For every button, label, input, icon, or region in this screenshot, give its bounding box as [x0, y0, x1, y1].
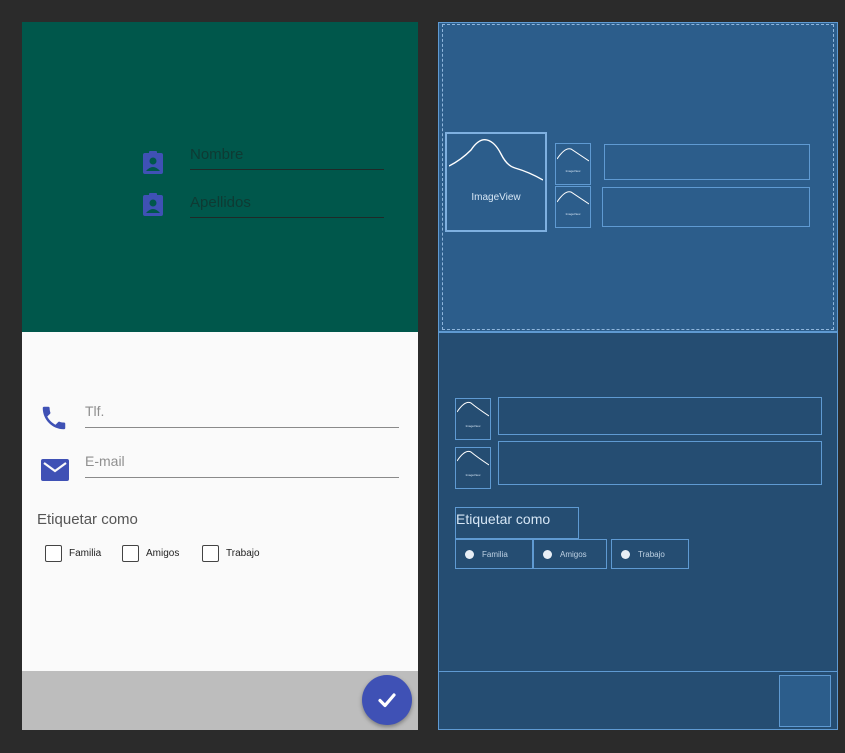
phone-icon	[39, 403, 69, 438]
blueprint-checkbox-familia: Familia	[455, 539, 533, 569]
design-preview-panel: Nombre Apellidos Tlf. E-mail Etiquetar c…	[22, 22, 418, 730]
checkbox-label: Trabajo	[638, 549, 665, 559]
checkbox-dot-icon	[465, 549, 474, 559]
blueprint-preview-panel: ImageView ImageView ImageView ImageView …	[438, 22, 838, 730]
email-hint: E-mail	[85, 453, 125, 469]
footer-bar	[22, 671, 418, 730]
blueprint-fab	[779, 675, 831, 727]
contact-card-icon	[142, 151, 164, 175]
apellidos-input[interactable]: Apellidos	[190, 192, 384, 218]
blueprint-checkbox-trabajo: Trabajo	[611, 539, 689, 569]
checkbox-dot-icon	[543, 549, 552, 559]
email-icon	[40, 458, 70, 487]
blueprint-small-imageview: ImageView	[555, 143, 591, 185]
confirm-fab-button[interactable]	[362, 675, 412, 725]
small-imageview-label: ImageView	[565, 212, 581, 216]
checkbox-label: Familia	[69, 548, 102, 559]
phone-hint: Tlf.	[85, 403, 105, 419]
blueprint-imageview: ImageView	[445, 132, 547, 232]
check-icon	[375, 688, 399, 717]
nombre-hint: Nombre	[190, 146, 244, 163]
checkbox-amigos[interactable]: Amigos	[122, 545, 179, 562]
small-imageview-label: ImageView	[465, 424, 481, 428]
blueprint-phone-imageview: ImageView	[455, 398, 491, 440]
checkbox-box[interactable]	[202, 545, 219, 562]
blueprint-checkbox-amigos: Amigos	[533, 539, 607, 569]
apellidos-hint: Apellidos	[190, 194, 251, 211]
checkbox-label: Amigos	[146, 548, 180, 559]
blueprint-email-edittext	[498, 441, 822, 485]
small-imageview-label: ImageView	[565, 169, 581, 173]
contact-card-icon	[142, 193, 164, 217]
header-section: Nombre Apellidos	[22, 22, 418, 332]
checkbox-trabajo[interactable]: Trabajo	[202, 545, 260, 562]
checkbox-dot-icon	[621, 549, 630, 559]
checkbox-label: Amigos	[560, 549, 587, 559]
checkbox-label: Trabajo	[226, 548, 260, 559]
blueprint-nombre-edittext	[604, 144, 810, 180]
blueprint-phone-edittext	[498, 397, 822, 435]
blueprint-tag-label: Etiquetar como	[455, 507, 579, 539]
nombre-input[interactable]: Nombre	[190, 144, 384, 170]
blueprint-footer	[438, 671, 838, 730]
blueprint-body-section	[438, 332, 838, 672]
checkbox-familia[interactable]: Familia	[45, 545, 101, 562]
imageview-label: ImageView	[471, 192, 521, 203]
small-imageview-label: ImageView	[465, 473, 481, 477]
blueprint-email-imageview: ImageView	[455, 447, 491, 489]
checkbox-label: Familia	[482, 549, 508, 559]
email-input[interactable]: E-mail	[85, 450, 399, 478]
blueprint-small-imageview: ImageView	[555, 186, 591, 228]
checkbox-box[interactable]	[122, 545, 139, 562]
phone-input[interactable]: Tlf.	[85, 400, 399, 428]
tag-label: Etiquetar como	[37, 511, 138, 528]
checkbox-box[interactable]	[45, 545, 62, 562]
blueprint-apellidos-edittext	[602, 187, 810, 227]
